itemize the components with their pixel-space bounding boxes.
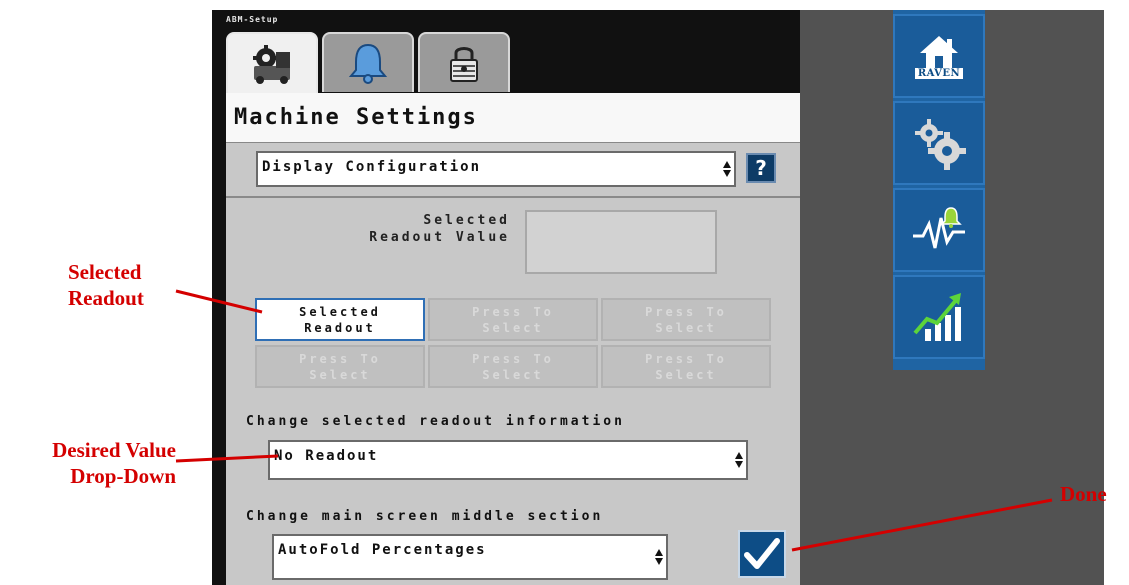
middle-section-dropdown[interactable]: AutoFold Percentages [272, 534, 668, 580]
readout-button-6[interactable]: Press To Select [601, 345, 771, 388]
annotation-selected-readout: Selected Readout [68, 260, 144, 310]
middle-section-label: Change main screen middle section [246, 509, 604, 524]
done-button[interactable] [738, 530, 786, 578]
configuration-dropdown[interactable]: Display Configuration [256, 151, 736, 187]
annotation-desired-value: Desired Value Drop-Down [52, 438, 176, 488]
section-divider [226, 196, 800, 198]
help-button[interactable]: ? [746, 153, 776, 183]
page-title: Machine Settings [234, 105, 478, 130]
configuration-dropdown-value: Display Configuration [262, 159, 482, 175]
selected-readout-value-label: Selected Readout Value [369, 213, 510, 245]
selected-readout-value-display [525, 210, 717, 274]
gears-icon [915, 119, 966, 170]
tab-machine-setup[interactable] [226, 32, 318, 94]
readout-button-4[interactable]: Press To Select [255, 345, 425, 388]
dropdown-arrows-icon [734, 449, 744, 471]
raven-brand-label: RAVEN [914, 67, 964, 79]
tab-locked[interactable] [418, 32, 510, 92]
readout-button-1[interactable]: Selected Readout [255, 298, 425, 341]
dropdown-arrows-icon [654, 546, 664, 568]
readout-button-5[interactable]: Press To Select [428, 345, 598, 388]
growth-chart-icon [913, 293, 961, 341]
dropdown-arrows-icon [722, 158, 732, 180]
home-button[interactable]: RAVEN [893, 14, 985, 98]
readout-button-2[interactable]: Press To Select [428, 298, 598, 341]
readout-info-dropdown[interactable]: No Readout [268, 440, 748, 480]
title-bar: Machine Settings [226, 93, 800, 143]
bell-icon [348, 43, 388, 84]
diagnostics-button[interactable] [893, 188, 985, 272]
home-icon [920, 35, 958, 68]
middle-section-dropdown-value: AutoFold Percentages [278, 542, 487, 558]
machine-gears-icon [253, 45, 290, 84]
readout-info-dropdown-value: No Readout [274, 448, 379, 464]
performance-button[interactable] [893, 275, 985, 359]
tab-alarms[interactable] [322, 32, 414, 92]
pulse-alarm-icon [913, 207, 965, 249]
annotation-done: Done [1060, 482, 1107, 506]
padlock-icon [450, 47, 478, 82]
window-title: ABM-Setup [226, 15, 279, 24]
settings-button[interactable] [893, 101, 985, 185]
readout-button-3[interactable]: Press To Select [601, 298, 771, 341]
checkmark-icon [744, 538, 780, 569]
readout-info-label: Change selected readout information [246, 414, 625, 429]
